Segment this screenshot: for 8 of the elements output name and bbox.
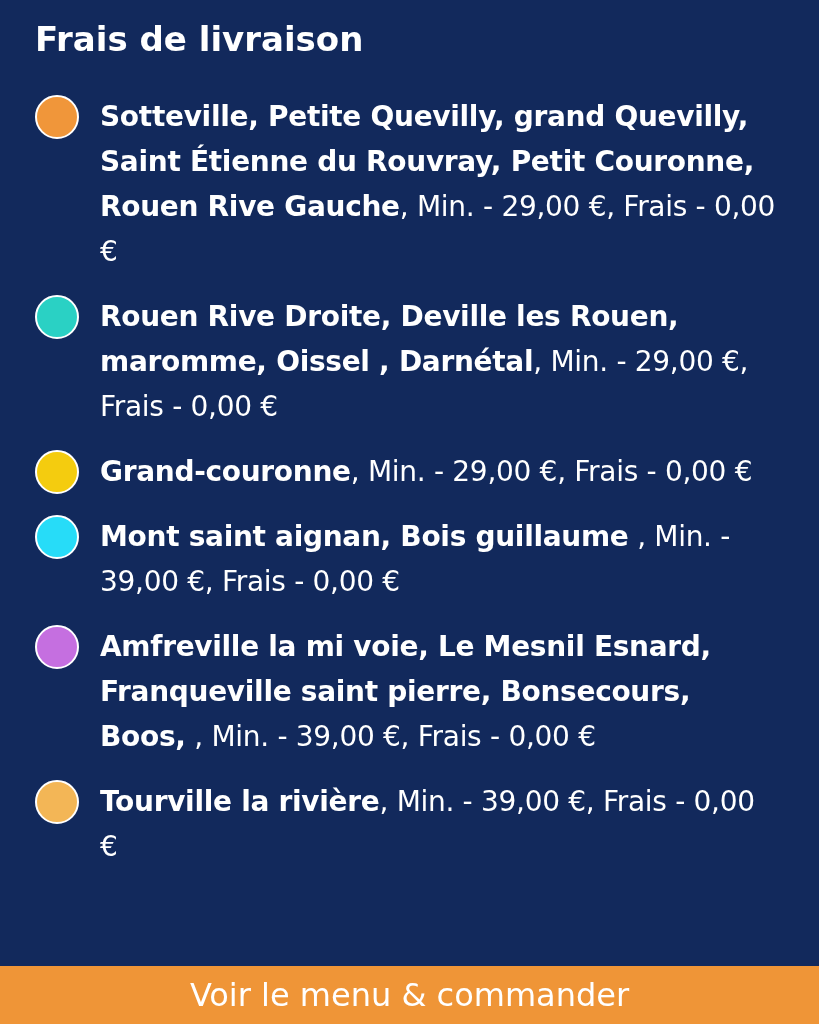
zone-description: Grand-couronne, Min. - 29,00 €, Frais - 0,00 € [100, 454, 753, 490]
section-title: Frais de livraison [35, 18, 365, 61]
zone-description: Amfreville la mi voie, Le Mesnil Esnard, Franqueville saint pierre, Bonsecours, Boos, , Min. - 39,00 €, Frais - 0,00 € [100, 629, 712, 755]
zone-description: Rouen Rive Droite, Deville les Rouen, maromme, Oissel , Darnétal, Min. - 29,00 €, Frais - 0,00 € [100, 299, 750, 425]
zone-description: Mont saint aignan, Bois guillaume , Min. - 39,00 €, Frais - 0,00 € [100, 519, 732, 600]
menu-order-button[interactable]: Voir le menu & commander [0, 966, 819, 1024]
zone-description: Tourville la rivière, Min. - 39,00 €, Frais - 0,00 € [100, 784, 756, 865]
zone-description: Sotteville, Petite Quevilly, grand Quevilly, Saint Étienne du Rouvray, Petit Couronne, Rouen Rive Gauche, Min. - 29,00 €, Frais - 0,00 € [100, 99, 777, 270]
